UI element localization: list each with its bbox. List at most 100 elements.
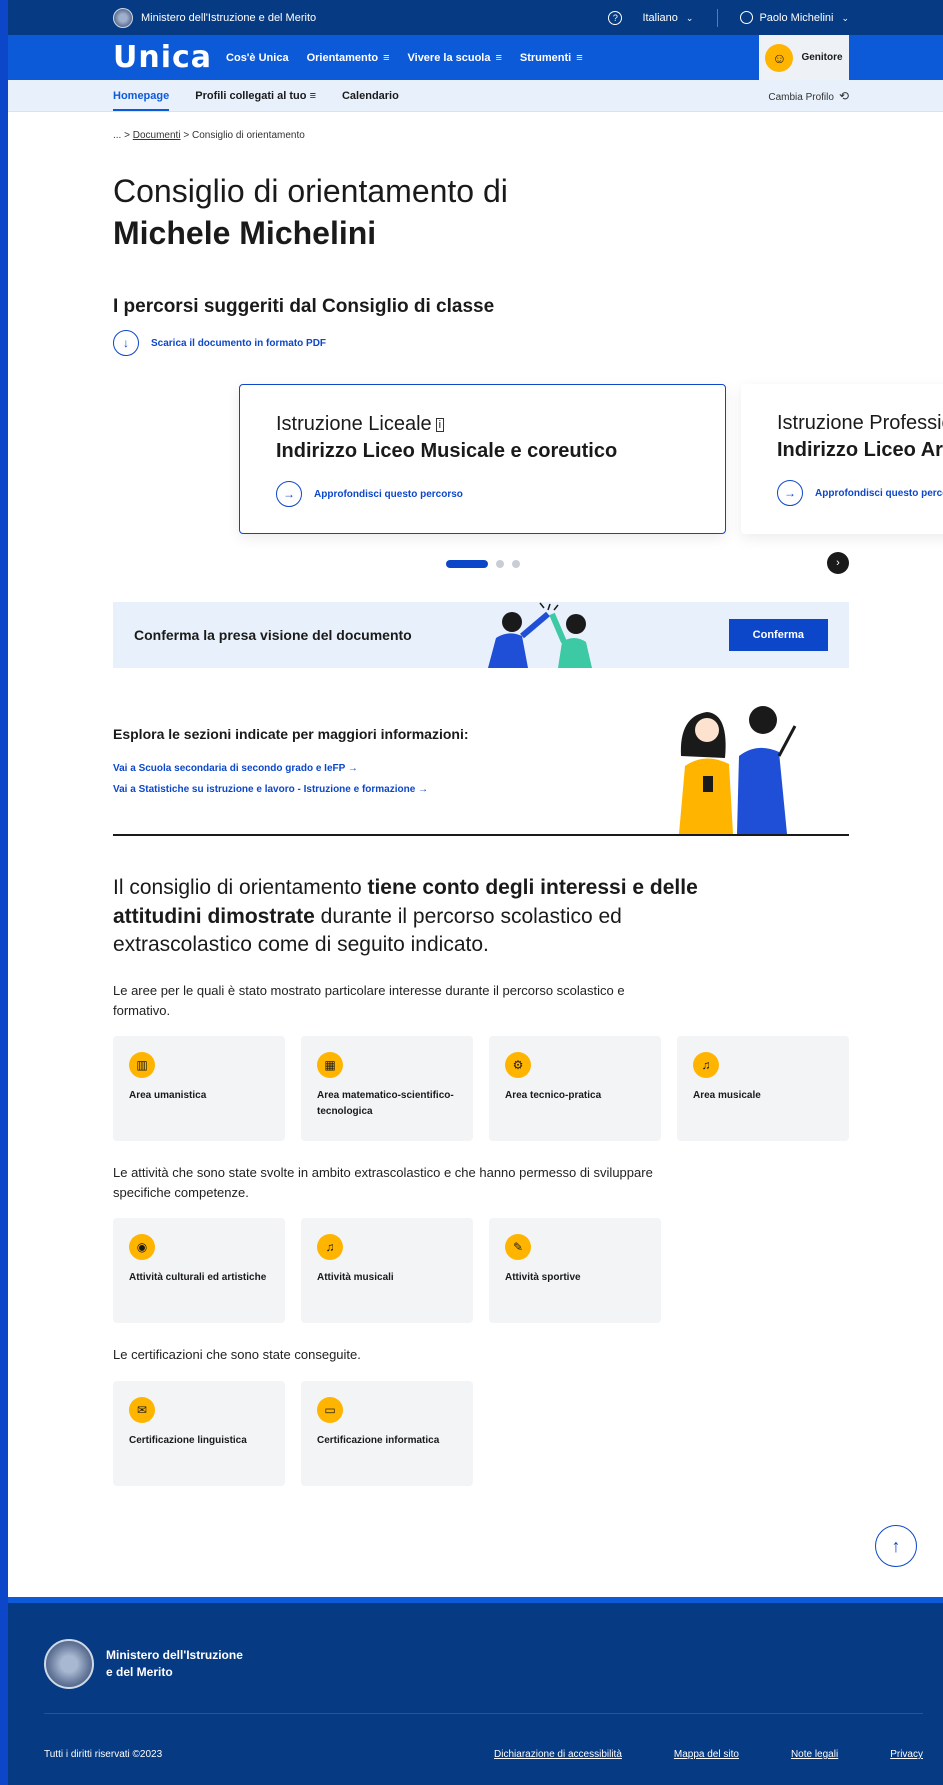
calculator-icon: ▦ (317, 1052, 343, 1079)
link-statistiche[interactable]: Vai a Statistiche su istruzione e lavoro… (113, 784, 428, 795)
switch-profile-button[interactable]: Cambia Profilo ⟲ (768, 89, 849, 103)
arrow-right-icon: → (777, 480, 803, 507)
user-icon (740, 11, 754, 24)
menu-icon: ≡ (576, 51, 583, 64)
card-title: Indirizzo Liceo Musicale e coreutico (276, 440, 618, 463)
back-to-top-icon[interactable]: ↑ (875, 1525, 917, 1567)
nav-orientamento[interactable]: Orientamento ≡ (307, 52, 390, 64)
footer-ministry-name: Ministero dell'Istruzione e del Merito (106, 1648, 243, 1679)
activity-tile: ◉ Attività culturali ed artistiche (113, 1218, 285, 1324)
card-kicker: Istruzione Professionale (777, 412, 943, 435)
cert-tile: ▭ Certificazione informatica (301, 1380, 473, 1486)
unica-logo[interactable]: Unica (113, 40, 212, 75)
ministry-name[interactable]: Ministero dell'Istruzione e del Merito (141, 12, 316, 24)
activities-intro: Le attività che sono state svolte in amb… (113, 1165, 653, 1200)
language-select[interactable]: Italiano ⌄ (642, 12, 693, 24)
arrow-right-icon: → (418, 784, 429, 796)
emblem-icon (44, 1639, 94, 1689)
breadcrumb: ... > Documenti > Consiglio di orientame… (113, 130, 305, 141)
students-illustration (679, 706, 797, 835)
info-icon[interactable]: i (435, 417, 445, 432)
switch-profile-icon: ⟲ (838, 89, 849, 103)
sport-icon: ✎ (505, 1234, 531, 1261)
copyright: Tutti i diritti riservati ©2023 (44, 1749, 163, 1760)
activity-tile: ✎ Attività sportive (489, 1218, 661, 1324)
footer-link-privacy[interactable]: Privacy (890, 1749, 923, 1760)
language-icon: ✉ (129, 1396, 155, 1423)
music-note-icon: ♫ (317, 1234, 343, 1261)
card-kicker: Istruzione Liceale (276, 413, 432, 436)
carousel-dot[interactable] (496, 560, 504, 569)
confirm-text: Conferma la presa visione del documento (134, 627, 412, 644)
arrow-right-icon: → (276, 481, 302, 508)
footer-brand[interactable]: Ministero dell'Istruzione e del Merito (44, 1639, 246, 1689)
nav-cose-unica[interactable]: Cos'è Unica (226, 52, 289, 64)
menu-icon: ≡ (309, 90, 316, 102)
nav-vivere-la-scuola[interactable]: Vivere la scuola ≡ (408, 52, 502, 64)
arrow-right-icon: → (347, 763, 358, 775)
menu-icon: ≡ (495, 51, 502, 64)
download-pdf-link[interactable]: ↓ Scarica il documento in formato PDF (113, 330, 849, 357)
breadcrumb-current: Consiglio di orientamento (191, 130, 305, 141)
footer-divider (44, 1713, 923, 1714)
orientation-lead: Il consiglio di orientamento tiene conto… (113, 876, 698, 956)
footer-link-accessibility[interactable]: Dichiarazione di accessibilità (494, 1749, 622, 1760)
subnav-calendario[interactable]: Calendario (342, 90, 399, 102)
paths-carousel-wrap: Istruzione Liceale i Indirizzo Liceo Musi… (113, 384, 943, 1486)
chevron-down-icon: ⌄ (841, 12, 849, 23)
path-card[interactable]: Istruzione Professionale Indirizzo Liceo… (741, 384, 943, 535)
activities-list: ◉ Attività culturali ed artistiche ♫ Attiv… (113, 1218, 849, 1324)
main-content: ... > Documenti > Consiglio di orientame… (113, 130, 849, 357)
paths-heading: I percorsi suggeriti dal Consiglio di cl… (113, 296, 495, 318)
chevron-down-icon: ⌄ (685, 12, 694, 23)
download-icon: ↓ (113, 330, 139, 357)
area-tile: ▦ Area matematico-scientifico-tecnologica (301, 1036, 473, 1142)
card-link[interactable]: →Approfondisci questo percorso (777, 480, 943, 507)
confirm-banner: Conferma la presa visione del documento … (113, 602, 849, 669)
area-tile: ▥ Area umanistica (113, 1036, 285, 1142)
carousel-dot[interactable] (512, 560, 520, 569)
emblem-icon (113, 7, 133, 28)
card-title: Indirizzo Liceo Artistico (777, 439, 943, 462)
areas-list: ▥ Area umanistica ▦ Area matematico-scient… (113, 1036, 849, 1142)
gears-icon: ⚙ (505, 1052, 531, 1079)
nav-strumenti[interactable]: Strumenti ≡ (520, 52, 583, 64)
music-note-icon: ♫ (693, 1052, 719, 1079)
ministry-topbar: Ministero dell'Istruzione e del Merito ?… (8, 0, 943, 35)
page-title: Consiglio di orientamento di Michele Mic… (113, 171, 849, 254)
menu-icon: ≡ (383, 51, 390, 64)
footer-link-sitemap[interactable]: Mappa del sito (674, 1749, 739, 1760)
area-tile: ⚙ Area tecnico-pratica (489, 1036, 661, 1142)
footer-bottom: Tutti i diritti riservati ©2023 Dichiara… (44, 1749, 923, 1760)
areas-intro: Le aree per le quali è stato mostrato pa… (113, 983, 625, 1018)
activity-tile: ♫ Attività musicali (301, 1218, 473, 1324)
page: Ministero dell'Istruzione e del Merito ?… (0, 0, 943, 1785)
footer-link-legal[interactable]: Note legali (791, 1749, 838, 1760)
path-card[interactable]: Istruzione Liceale i Indirizzo Liceo Musi… (239, 384, 726, 535)
subnav-homepage[interactable]: Homepage (113, 82, 170, 111)
role-badge[interactable]: ☺ Genitore (759, 35, 849, 80)
user-menu[interactable]: Paolo Michelini ⌄ (759, 12, 849, 24)
cert-tile: ✉ Certificazione linguistica (113, 1380, 285, 1486)
carousel-next-icon[interactable]: › (827, 552, 849, 575)
help-icon[interactable]: ? (608, 10, 623, 25)
paths-carousel[interactable]: Istruzione Liceale i Indirizzo Liceo Musi… (113, 384, 943, 535)
footer: Ministero dell'Istruzione e del Merito T… (8, 1597, 943, 1785)
subnav-profili-collegati[interactable]: Profili collegati al tuo ≡ (195, 90, 316, 102)
certs-list: ✉ Certificazione linguistica ▭ Certificazi… (113, 1380, 849, 1486)
certs-intro: Le certificazioni che sono state consegu… (113, 1347, 361, 1363)
palette-icon: ◉ (129, 1234, 155, 1261)
main-header: Unica Cos'è Unica Orientamento ≡ Vivere l… (8, 35, 943, 80)
sub-navigation: Homepage Profili collegati al tuo ≡ Cale… (8, 80, 943, 112)
confirm-button[interactable]: Conferma (728, 619, 828, 652)
link-scuola-secondaria[interactable]: Vai a Scuola secondaria di secondo grado… (113, 763, 358, 774)
computer-icon: ▭ (317, 1396, 343, 1423)
student-name: Michele Michelini (113, 214, 377, 251)
book-icon: ▥ (129, 1052, 155, 1079)
explore-heading: Esplora le sezioni indicate per maggiori… (113, 726, 469, 743)
parent-avatar-icon: ☺ (765, 43, 794, 72)
breadcrumb-documenti[interactable]: Documenti (133, 130, 181, 141)
card-link[interactable]: →Approfondisci questo percorso (276, 481, 689, 508)
breadcrumb-ellipsis[interactable]: ... (113, 130, 121, 141)
carousel-dot[interactable] (446, 560, 488, 569)
